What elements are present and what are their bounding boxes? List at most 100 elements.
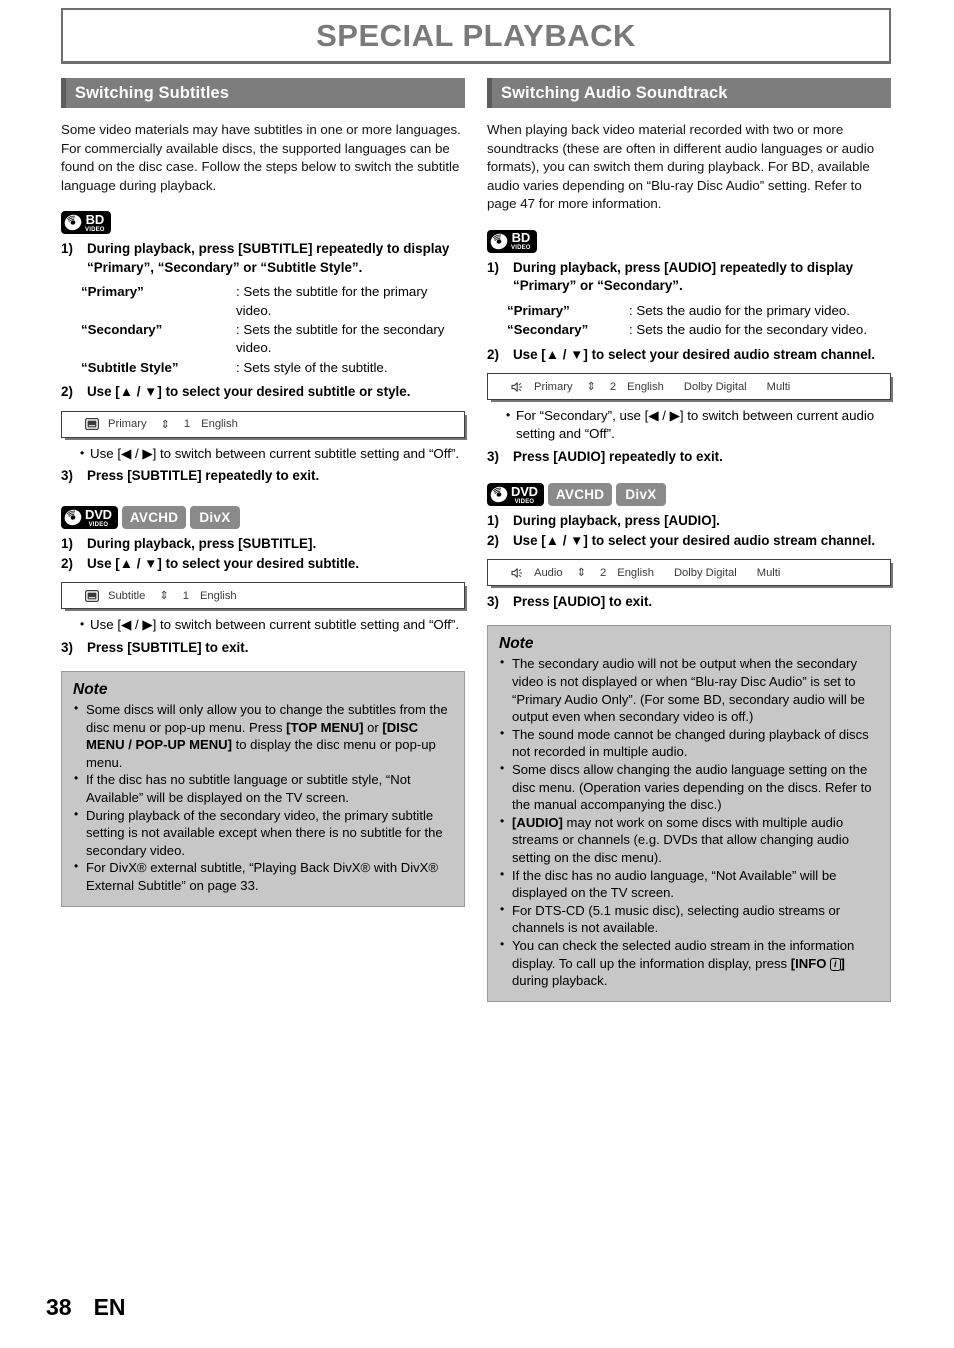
osd-bar-audio-primary: Primary ⇕ 2 English Dolby Digital Multi: [487, 373, 891, 400]
osd-bar-subtitle: Subtitle ⇕ 1 English: [61, 582, 465, 610]
osd-channel: Multi: [766, 380, 791, 393]
note-list: The secondary audio will not be output w…: [499, 654, 879, 989]
subtitle-icon: [84, 418, 99, 431]
note-item: [AUDIO] may not work on some discs with …: [499, 813, 879, 867]
step-text: Press [AUDIO] repeatedly to exit.: [513, 448, 723, 464]
dvd-badge-text: DVD VIDEO: [85, 508, 112, 528]
step-item: 2) Use [▲ / ▼] to select your desired su…: [61, 383, 465, 401]
step-text: Press [AUDIO] to exit.: [513, 594, 653, 610]
step-item: 2) Use [▲ / ▼] to select your desired su…: [61, 555, 465, 573]
chapter-title-banner: SPECIAL PLAYBACK: [61, 8, 891, 64]
dvd-badge-line1: DVD: [85, 506, 112, 522]
bd-badge-text: BD VIDEO: [85, 213, 105, 233]
definition-desc: : Sets the audio for the primary video.: [629, 302, 850, 318]
step-text: Use [▲ / ▼] to select your desired subti…: [87, 555, 360, 571]
bd-badge-line2: VIDEO: [85, 226, 105, 233]
dvd-badge-line1: DVD: [511, 483, 538, 499]
osd-language: English: [627, 380, 664, 393]
note-box-left: Note Some discs will only allow you to c…: [61, 671, 465, 907]
osd-format: Dolby Digital: [683, 380, 747, 393]
section-header-switching-subtitles: Switching Subtitles: [61, 78, 465, 108]
osd-label: Primary: [108, 418, 147, 431]
osd-number: 2: [600, 566, 607, 579]
media-badges-bd-left: BD VIDEO: [61, 211, 465, 235]
osd-bar-audio: Audio ⇕ 2 English Dolby Digital Multi: [487, 559, 891, 587]
osd-language: English: [617, 566, 654, 579]
left-intro-paragraph: Some video materials may have subtitles …: [61, 122, 461, 193]
definition-row: “Primary” : Sets the audio for the prima…: [487, 302, 891, 320]
section-title-left: Switching Subtitles: [75, 83, 230, 102]
disc-icon: [64, 509, 82, 526]
definition-desc: : Sets the audio for the secondary video…: [629, 322, 868, 338]
note-item: For DTS-CD (5.1 music disc), selecting a…: [499, 901, 879, 937]
left-bd-steps-3: 3) Press [SUBTITLE] repeatedly to exit.: [61, 467, 465, 485]
note-list: Some discs will only allow you to change…: [73, 700, 453, 895]
dvd-badge-line2: VIDEO: [88, 521, 109, 528]
bd-badge-line1: BD: [511, 230, 531, 246]
manual-page: SPECIAL PLAYBACK Switching Subtitles Som…: [0, 0, 954, 1348]
left-bd-bullet-1: Use [◀ / ▶] to switch between current su…: [61, 444, 465, 463]
step-item: 3) Press [SUBTITLE] repeatedly to exit.: [61, 467, 465, 485]
note-item: For DivX® external subtitle, “Playing Ba…: [73, 858, 453, 894]
disc-icon: [490, 486, 508, 503]
section-header-switching-audio-soundtrack: Switching Audio Soundtrack: [487, 78, 891, 108]
step-number: 3): [61, 639, 73, 655]
step-number: 2): [61, 384, 73, 400]
step-item: 2) Use [▲ / ▼] to select your desired au…: [487, 346, 891, 364]
bullet-item: Use [◀ / ▶] to switch between current su…: [61, 444, 465, 463]
step-item: 1) During playback, press [AUDIO] repeat…: [487, 259, 891, 296]
dvd-video-badge: DVD VIDEO: [61, 506, 118, 530]
bullet-item: For “Secondary”, use [◀ / ▶] to switch b…: [487, 406, 891, 444]
media-badges-bd-right: BD VIDEO: [487, 229, 891, 253]
osd-number: 1: [182, 589, 189, 602]
osd-updown-icon: ⇕: [576, 566, 586, 580]
right-bd-bullet: For “Secondary”, use [◀ / ▶] to switch b…: [487, 406, 891, 444]
osd-label: Primary: [534, 380, 573, 393]
page-language-code: EN: [93, 1294, 126, 1320]
step-item: 3) Press [AUDIO] repeatedly to exit.: [487, 448, 891, 466]
page-title: SPECIAL PLAYBACK: [316, 17, 636, 53]
definition-term: “Primary”: [507, 302, 570, 318]
avchd-badge: AVCHD: [547, 483, 613, 507]
media-badges-dvd-right: DVD VIDEO AVCHD DivX: [487, 483, 891, 507]
step-number: 3): [487, 448, 499, 464]
right-bd-definitions: “Primary” : Sets the audio for the prima…: [487, 302, 891, 340]
osd-channel: Multi: [756, 566, 781, 579]
note-item: During playback of the secondary video, …: [73, 806, 453, 860]
bd-badge-text: BD VIDEO: [511, 231, 531, 251]
definition-term: “Primary”: [81, 284, 144, 300]
step-number: 3): [487, 594, 499, 610]
step-item: 3) Press [AUDIO] to exit.: [487, 593, 891, 611]
step-text: During playback, press [SUBTITLE].: [87, 536, 317, 552]
osd-updown-icon: ⇕: [159, 589, 169, 603]
osd-bar-subtitle-primary: Primary ⇕ 1 English: [61, 410, 465, 438]
step-text: During playback, press [AUDIO] repeatedl…: [513, 259, 854, 294]
right-bd-steps-1: 1) During playback, press [AUDIO] repeat…: [487, 259, 891, 296]
step-item: 3) Press [SUBTITLE] to exit.: [61, 639, 465, 657]
definition-desc: : Sets style of the subtitle.: [236, 359, 388, 375]
disc-icon: [490, 233, 508, 250]
left-bd-steps-2: 2) Use [▲ / ▼] to select your desired su…: [61, 383, 465, 401]
osd-format: Dolby Digital: [673, 566, 737, 579]
dvd-video-badge: DVD VIDEO: [487, 483, 544, 507]
definition-row: “Secondary” : Sets the subtitle for the …: [61, 321, 465, 358]
osd-number: 1: [183, 418, 191, 431]
disc-icon: [64, 214, 82, 231]
step-number: 1): [61, 536, 73, 552]
media-badges-dvd-left: DVD VIDEO AVCHD DivX: [61, 506, 465, 530]
right-bd-steps-2: 2) Use [▲ / ▼] to select your desired au…: [487, 346, 891, 364]
osd-updown-icon: ⇕: [586, 380, 596, 393]
left-dvd-steps-3: 3) Press [SUBTITLE] to exit.: [61, 639, 465, 657]
note-item: If the disc has no audio language, “Not …: [499, 866, 879, 902]
avchd-badge: AVCHD: [121, 506, 187, 530]
step-number: 1): [487, 259, 499, 275]
left-bd-steps-1: 1) During playback, press [SUBTITLE] rep…: [61, 240, 465, 277]
right-bd-steps-3: 3) Press [AUDIO] repeatedly to exit.: [487, 448, 891, 466]
note-item: If the disc has no subtitle language or …: [73, 770, 453, 806]
note-box-right: Note The secondary audio will not be out…: [487, 625, 891, 1002]
divx-badge: DivX: [616, 483, 666, 507]
section-title-right: Switching Audio Soundtrack: [501, 83, 728, 102]
right-dvd-steps: 1) During playback, press [AUDIO]. 2) Us…: [487, 512, 891, 550]
info-icon: i: [830, 957, 841, 971]
osd-number: 2: [609, 380, 617, 393]
